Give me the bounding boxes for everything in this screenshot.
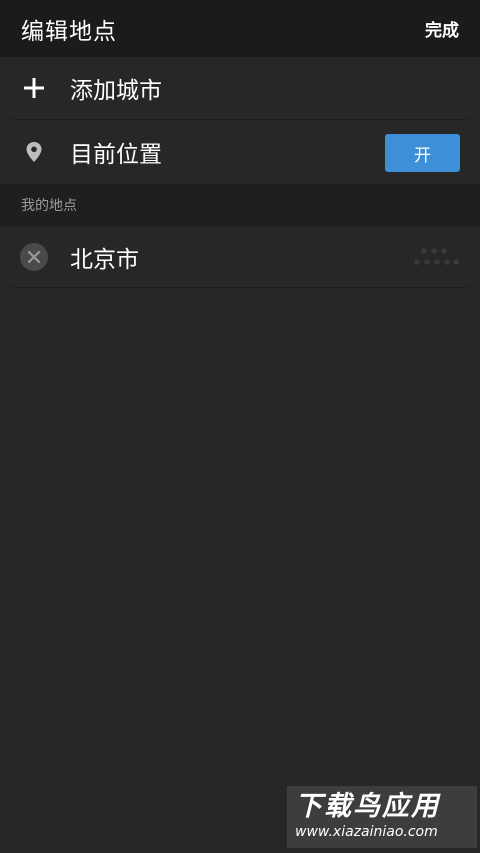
divider [12, 287, 468, 288]
page-title: 编辑地点 [21, 18, 117, 45]
close-circle-icon[interactable] [20, 243, 48, 271]
add-city-label: 添加城市 [70, 78, 162, 104]
top-bar: 编辑地点 完成 [0, 0, 480, 57]
current-location-toggle[interactable]: 开 [385, 134, 460, 172]
divider [12, 119, 468, 120]
done-button[interactable]: 完成 [425, 16, 459, 41]
map-pin-icon [20, 138, 48, 166]
list-item[interactable]: 北京市 [0, 226, 480, 288]
current-location-label: 目前位置 [70, 142, 162, 168]
section-title: 我的地点 [21, 198, 77, 214]
watermark-logo: 下载鸟应用 www.xiazainiao.com [287, 786, 477, 848]
place-label: 北京市 [70, 247, 139, 273]
plus-icon [20, 74, 48, 102]
my-places-section-header: 我的地点 [0, 184, 480, 226]
watermark-brand: 下载鸟应用 [295, 791, 440, 822]
current-location-row: 目前位置 开 [0, 121, 480, 183]
add-city-row[interactable]: 添加城市 [0, 57, 480, 119]
drag-handle-icon[interactable] [412, 247, 460, 267]
watermark-url: www.xiazainiao.com [295, 824, 438, 840]
